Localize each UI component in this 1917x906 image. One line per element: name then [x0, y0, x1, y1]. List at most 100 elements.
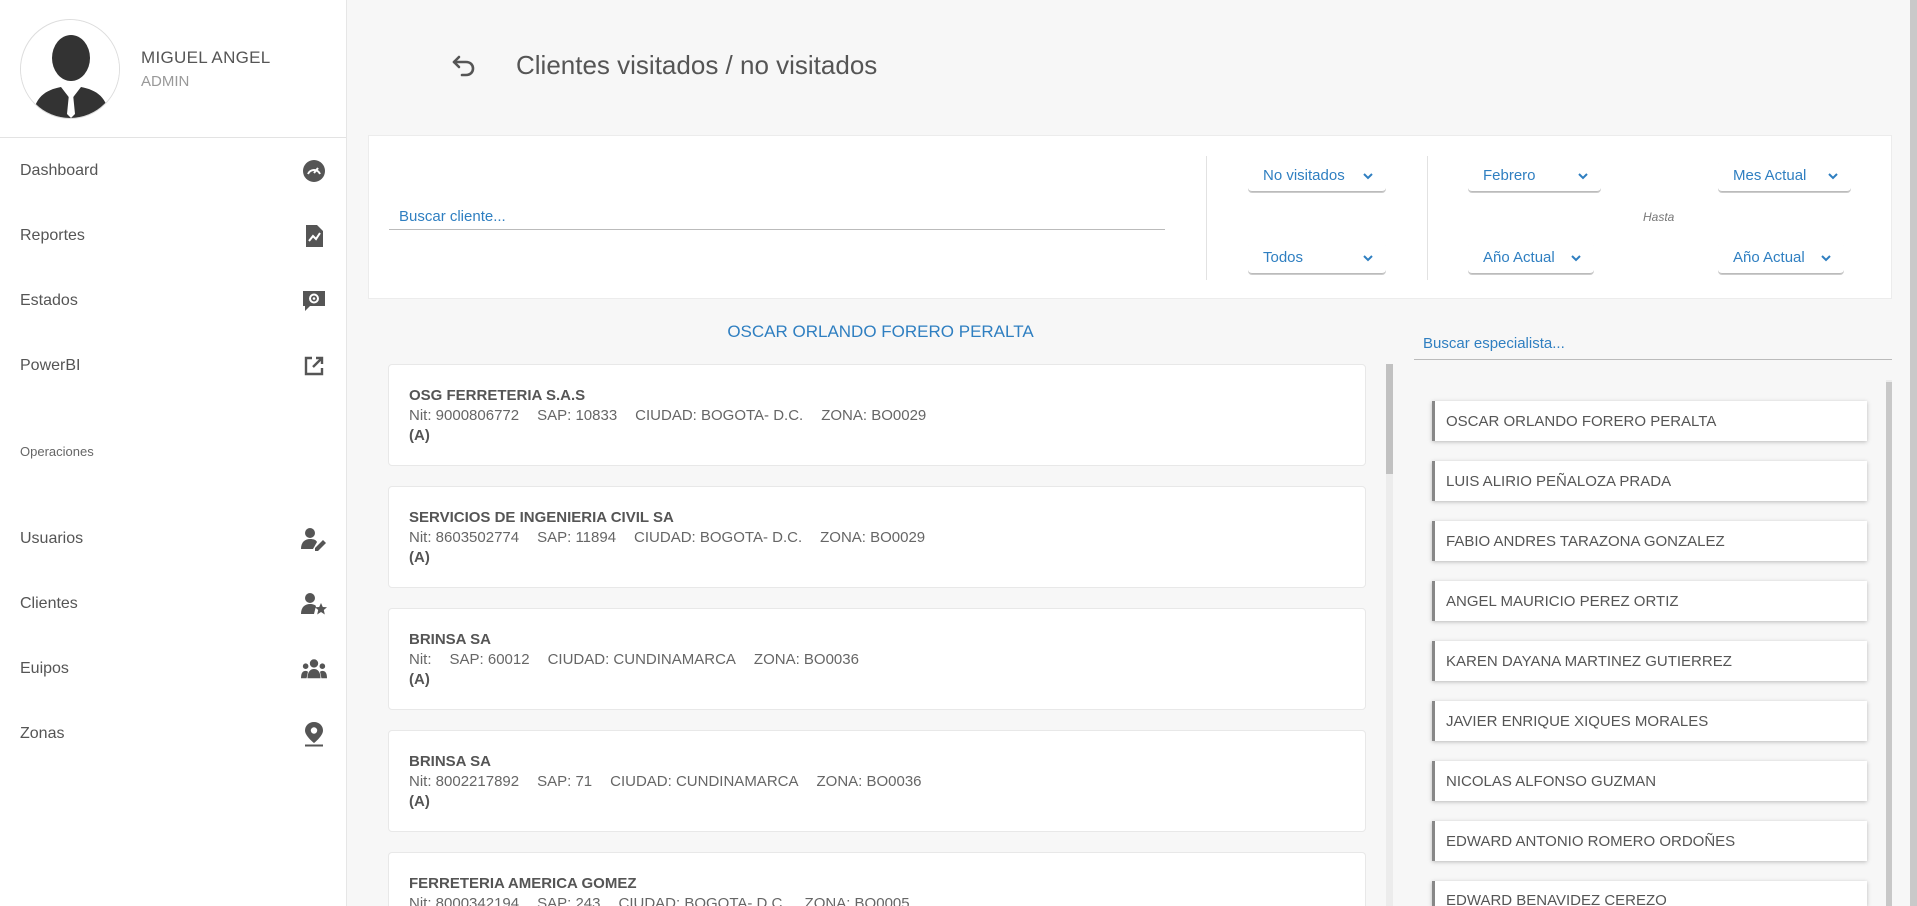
- client-sap: SAP: 71: [537, 773, 593, 790]
- team-icon: [301, 656, 327, 682]
- select-value: Mes Actual: [1733, 167, 1807, 184]
- client-sap: SAP: 60012: [449, 651, 530, 668]
- nav-label: Estados: [20, 292, 78, 309]
- nav-item-euipos[interactable]: Euipos: [0, 649, 347, 689]
- specialist-item[interactable]: OSCAR ORLANDO FORERO PERALTA: [1432, 401, 1867, 441]
- client-city: CIUDAD: BOGOTA- D.C.: [634, 529, 803, 546]
- client-meta: Nit: SAP: 60012 CIUDAD: CUNDINAMARCA ZONA: …: [409, 651, 1345, 668]
- client-card[interactable]: BRINSA SA Nit: SAP: 60012 CIUDAD: CUNDINAM…: [388, 608, 1366, 710]
- client-meta: Nit: 8002217892 SAP: 71 CIUDAD: CUNDINAMAR…: [409, 773, 1345, 790]
- nav-item-dashboard[interactable]: Dashboard: [0, 151, 347, 191]
- date-range-separator: Hasta: [1643, 210, 1675, 224]
- client-category: (A): [409, 549, 430, 566]
- client-zone: ZONA: BO0029: [820, 529, 926, 546]
- nav-item-estados[interactable]: Estados: [0, 281, 347, 321]
- nav-item-zonas[interactable]: Zonas: [0, 714, 347, 754]
- chevron-down-icon: [1828, 172, 1838, 179]
- client-zone: ZONA: BO0029: [821, 407, 927, 424]
- select-value: Todos: [1263, 249, 1304, 266]
- user-edit-icon: [301, 526, 327, 552]
- nav-section-label: Operaciones: [20, 444, 94, 459]
- specialist-item[interactable]: EDWARD ANTONIO ROMERO ORDOÑES: [1432, 821, 1867, 861]
- chat-gear-icon: [301, 288, 327, 314]
- nav-label: Zonas: [20, 725, 65, 742]
- specialist-item[interactable]: EDWARD BENAVIDEZ CEREZO: [1432, 881, 1867, 906]
- undo-arrow-icon: [452, 55, 475, 77]
- client-nit: Nit: 8000342194: [409, 895, 520, 906]
- user-star-icon: [301, 591, 327, 617]
- map-pin-icon: [301, 721, 327, 747]
- nav-label: Euipos: [20, 660, 69, 677]
- user-silhouette-icon: [21, 19, 119, 118]
- from-year-select[interactable]: Año Actual: [1468, 242, 1594, 274]
- client-name: BRINSA SA: [409, 631, 491, 648]
- client-card[interactable]: SERVICIOS DE INGENIERIA CIVIL SA Nit: 86…: [388, 486, 1366, 588]
- nav-label: PowerBI: [20, 357, 81, 374]
- user-profile: MIGUEL ANGEL ADMIN: [0, 0, 346, 138]
- specialist-item[interactable]: JAVIER ENRIQUE XIQUES MORALES: [1432, 701, 1867, 741]
- client-nit: Nit: 8603502774: [409, 529, 520, 546]
- gauge-icon: [301, 158, 327, 184]
- from-month-select[interactable]: Febrero: [1468, 160, 1601, 192]
- client-name: OSG FERRETERIA S.A.S: [409, 387, 586, 404]
- select-value: Año Actual: [1483, 249, 1555, 266]
- nav-item-powerbi[interactable]: PowerBI: [0, 346, 347, 386]
- client-zone: ZONA: BO0005: [804, 895, 910, 906]
- specialist-item[interactable]: FABIO ANDRES TARAZONA GONZALEZ: [1432, 521, 1867, 561]
- client-sap: SAP: 10833: [537, 407, 618, 424]
- client-type-select[interactable]: Todos: [1248, 242, 1386, 274]
- specialist-item[interactable]: KAREN DAYANA MARTINEZ GUTIERREZ: [1432, 641, 1867, 681]
- selected-specialist-title: OSCAR ORLANDO FORERO PERALTA: [727, 322, 1034, 341]
- select-value: No visitados: [1263, 167, 1345, 184]
- specialist-item[interactable]: NICOLAS ALFONSO GUZMAN: [1432, 761, 1867, 801]
- client-list-scrollbar-thumb[interactable]: [1386, 364, 1393, 474]
- client-search-input[interactable]: [389, 204, 1165, 230]
- nav-item-clientes[interactable]: Clientes: [0, 584, 347, 624]
- client-card[interactable]: BRINSA SA Nit: 8002217892 SAP: 71 CIUDAD: …: [388, 730, 1366, 832]
- client-nit: Nit: 9000806772: [409, 407, 520, 424]
- specialist-search-input[interactable]: [1414, 328, 1892, 360]
- specialist-list-scrollbar-thumb[interactable]: [1886, 382, 1892, 906]
- client-sap: SAP: 243: [537, 895, 601, 906]
- back-button[interactable]: [448, 50, 480, 82]
- client-city: CIUDAD: BOGOTA- D.C.: [635, 407, 804, 424]
- client-category: (A): [409, 793, 430, 810]
- client-name: BRINSA SA: [409, 753, 491, 770]
- visit-status-select[interactable]: No visitados: [1248, 160, 1386, 192]
- divider: [1206, 156, 1207, 280]
- specialist-item[interactable]: ANGEL MAURICIO PEREZ ORTIZ: [1432, 581, 1867, 621]
- page-title: Clientes visitados / no visitados: [516, 50, 878, 80]
- client-nit: Nit:: [409, 651, 432, 668]
- nav-label: Clientes: [20, 595, 78, 612]
- filter-panel: No visitados Todos Febrero Año Actual Ha…: [368, 135, 1892, 299]
- client-meta: Nit: 9000806772 SAP: 10833 CIUDAD: BOGOTA-…: [409, 407, 1345, 424]
- nav-label: Reportes: [20, 227, 85, 244]
- client-name: SERVICIOS DE INGENIERIA CIVIL SA: [409, 509, 674, 526]
- client-card[interactable]: OSG FERRETERIA S.A.S Nit: 9000806772 SAP:…: [388, 364, 1366, 466]
- chevron-down-icon: [1821, 254, 1831, 261]
- divider: [1427, 156, 1428, 280]
- client-meta: Nit: 8000342194 SAP: 243 CIUDAD: BOGOTA- D…: [409, 895, 1345, 906]
- report-icon: [301, 223, 327, 249]
- client-meta: Nit: 8603502774 SAP: 11894 CIUDAD: BOGOTA-…: [409, 529, 1345, 546]
- chevron-down-icon: [1363, 172, 1373, 179]
- to-month-select[interactable]: Mes Actual: [1718, 160, 1851, 192]
- chevron-down-icon: [1578, 172, 1588, 179]
- chevron-down-icon: [1363, 254, 1373, 261]
- client-zone: ZONA: BO0036: [816, 773, 922, 790]
- specialist-item[interactable]: LUIS ALIRIO PEÑALOZA PRADA: [1432, 461, 1867, 501]
- client-city: CIUDAD: CUNDINAMARCA: [547, 651, 736, 668]
- client-sap: SAP: 11894: [537, 529, 617, 546]
- client-nit: Nit: 8002217892: [409, 773, 520, 790]
- to-year-select[interactable]: Año Actual: [1718, 242, 1844, 274]
- client-zone: ZONA: BO0036: [753, 651, 859, 668]
- client-city: CIUDAD: BOGOTA- D.C.: [618, 895, 787, 906]
- client-card[interactable]: FERRETERIA AMERICA GOMEZ Nit: 8000342194…: [388, 852, 1366, 906]
- avatar: [20, 18, 120, 119]
- nav-label: Usuarios: [20, 530, 84, 547]
- nav-item-reportes[interactable]: Reportes: [0, 216, 347, 256]
- client-city: CIUDAD: CUNDINAMARCA: [610, 773, 799, 790]
- page-scrollbar[interactable]: [1910, 0, 1917, 906]
- select-value: Febrero: [1483, 167, 1536, 184]
- nav-item-usuarios[interactable]: Usuarios: [0, 519, 347, 559]
